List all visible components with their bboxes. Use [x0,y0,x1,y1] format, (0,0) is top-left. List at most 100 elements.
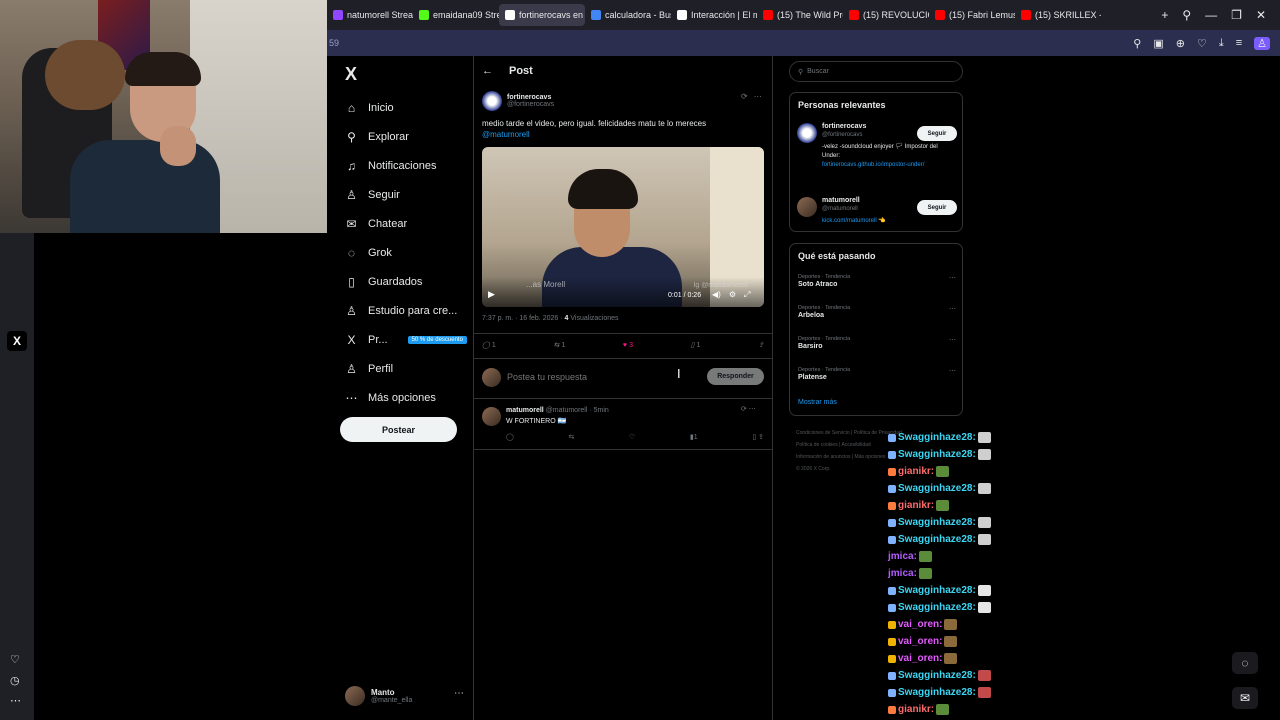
address-bar[interactable]: 59 ⚲ ▣ ⊕ ♡ ⤓ ≡ ♙ [327,30,1280,56]
nav-item[interactable]: ♙ Perfil [345,362,393,376]
chat-username[interactable]: vai_oren: [898,636,942,647]
chat-username[interactable]: gianikr: [898,466,934,477]
trend-more-icon[interactable]: ⋯ [949,367,956,375]
reply-avatar[interactable] [482,407,501,426]
author-handle[interactable]: @fortinerocavs [507,101,554,108]
menu-icon[interactable]: ≡ [1236,37,1242,49]
post-mention-link[interactable]: @matumorell [482,129,764,140]
show-more-link[interactable]: Mostrar más [798,399,837,406]
post-author[interactable]: fortinerocavs @fortinerocavs [482,91,554,111]
post-timestamp[interactable]: 7:37 p. m. · 16 feb. 2026 · [482,315,563,322]
share-action[interactable]: ⇪ [758,341,764,349]
profile-icon[interactable]: ♙ [1254,36,1270,50]
browser-tab[interactable]: (15) Fabri Lemus - C [929,4,1015,26]
nav-item[interactable]: ⚲ Explorar [345,130,409,144]
heart-sidebar-icon[interactable]: ♡ [10,653,20,666]
screenshot-icon[interactable]: ▣ [1153,37,1163,50]
history-sidebar-icon[interactable]: ◷ [10,674,20,687]
account-more-icon[interactable]: ⋯ [454,688,464,699]
post-more-icon[interactable]: ⋯ [754,92,762,101]
chat-username[interactable]: Swagginhaze28: [898,449,976,460]
nav-item[interactable]: ⌂ Inicio [345,101,394,115]
search-box[interactable]: ⚲ Buscar [789,61,963,82]
maximize-icon[interactable]: ❐ [1231,8,1242,22]
author-avatar[interactable] [482,91,502,111]
person-name[interactable]: matumorell [822,197,860,204]
settings-icon[interactable]: ⚙ [729,290,736,300]
nav-item[interactable]: ♫ Notificaciones [345,159,436,173]
play-icon[interactable]: ▶ [488,289,495,300]
trend-more-icon[interactable]: ⋯ [949,305,956,313]
browser-tab[interactable]: (15) REVOLUCION D [843,4,929,26]
author-name[interactable]: fortinerocavs [507,94,554,101]
person-avatar[interactable] [797,123,817,143]
favorite-icon[interactable]: ♡ [1197,37,1207,50]
reply-share-icons[interactable]: ▯ ⇪ [752,433,764,441]
browser-tab[interactable]: natumorell Stream [327,4,413,26]
chat-username[interactable]: Swagginhaze28: [898,670,976,681]
new-tab-button[interactable]: + [1161,8,1168,22]
download-icon[interactable]: ⤓ [1219,37,1224,50]
reply-like-icon[interactable]: ♡ [629,433,635,441]
volume-icon[interactable]: ◀) [712,290,721,300]
close-window-icon[interactable]: ✕ [1256,8,1266,22]
browser-tab[interactable]: fortinerocavs en X: "medio [499,4,585,26]
reply-repost-icon[interactable]: ⇆ [568,433,574,441]
nav-item[interactable]: ▯ Guardados [345,275,422,289]
follow-button[interactable]: Seguir [917,200,957,215]
nav-item[interactable]: ⋯ Más opciones [345,391,436,405]
chat-username[interactable]: Swagginhaze28: [898,517,976,528]
chat-username[interactable]: gianikr: [898,500,934,511]
chat-username[interactable]: jmica: [888,551,917,562]
browser-tab[interactable]: emaidana09 Stream [413,4,499,26]
x-sidebar-icon[interactable]: X [7,331,27,351]
bookmark-action[interactable]: ▯ 1 [691,341,701,350]
nav-item[interactable]: ♙ Seguir [345,188,400,202]
person-avatar[interactable] [797,197,817,217]
repost-action[interactable]: ⇆ 1 [553,341,565,350]
chat-username[interactable]: Swagginhaze28: [898,432,976,443]
chat-username[interactable]: Swagginhaze28: [898,534,976,545]
nav-item[interactable]: X Pr... 50 % de descuento [345,333,467,347]
nav-item[interactable]: ◌ Grok [345,246,392,260]
premium-discount-badge[interactable]: 50 % de descuento [407,336,467,344]
reply-action[interactable]: ◯ 1 [482,341,496,350]
reply-button[interactable]: Responder [707,368,764,385]
back-arrow-icon[interactable]: ← [482,65,493,77]
trend-item[interactable]: Deportes · Tendencia Platense ⋯ [798,367,956,381]
reply-more-icon[interactable]: ⟳ ⋯ [741,405,756,413]
chat-username[interactable]: Swagginhaze28: [898,687,976,698]
follow-button[interactable]: Seguir [917,126,957,141]
x-logo[interactable]: X [345,64,357,85]
trend-item[interactable]: Deportes · Tendencia Soto Atraco ⋯ [798,274,956,288]
chat-username[interactable]: gianikr: [898,704,934,715]
chat-username[interactable]: vai_oren: [898,619,942,630]
trend-item[interactable]: Deportes · Tendencia Barsiro ⋯ [798,336,956,350]
video-player[interactable]: ...as Morell Ig @matiasmorell ▶ 0:01 / 0… [482,147,764,307]
person-name[interactable]: fortinerocavs [822,123,866,130]
chat-username[interactable]: jmica: [888,568,917,579]
account-switcher[interactable]: Manto @mante_ella [345,686,412,706]
search-tabs-icon[interactable]: ⚲ [1182,8,1191,22]
trend-item[interactable]: Deportes · Tendencia Arbeloa ⋯ [798,305,956,319]
reply-input[interactable] [507,372,667,382]
chat-username[interactable]: Swagginhaze28: [898,483,976,494]
person-bio-link[interactable]: kick.com/matumorell 👈 [822,218,886,224]
browser-tab[interactable]: Interacción | El mejo [671,4,757,26]
chat-username[interactable]: Swagginhaze28: [898,585,976,596]
reply-author[interactable]: matumorell [506,407,544,414]
person-bio-link[interactable]: fortinerocavs.github.io/impostor-under/ [822,161,952,170]
browser-tab[interactable]: (15) SKRILLEX - Ban [1015,4,1101,26]
fullscreen-icon[interactable]: ⤢ [744,290,750,300]
like-action[interactable]: ♥ 3 [623,341,633,349]
chat-username[interactable]: vai_oren: [898,653,942,664]
nav-item[interactable]: ♙ Estudio para cre... [345,304,457,318]
minimize-icon[interactable]: — [1205,8,1217,22]
trend-more-icon[interactable]: ⋯ [949,274,956,282]
browser-tab[interactable]: calculadora - Buscar [585,4,671,26]
extension-icon[interactable]: ⊕ [1176,37,1185,50]
grok-float-icon[interactable]: ◌ [1232,652,1258,674]
post-button[interactable]: Postear [340,417,457,442]
reply-reply-icon[interactable]: ◯ [506,433,514,441]
grok-icon[interactable]: ⟳ [741,92,748,101]
